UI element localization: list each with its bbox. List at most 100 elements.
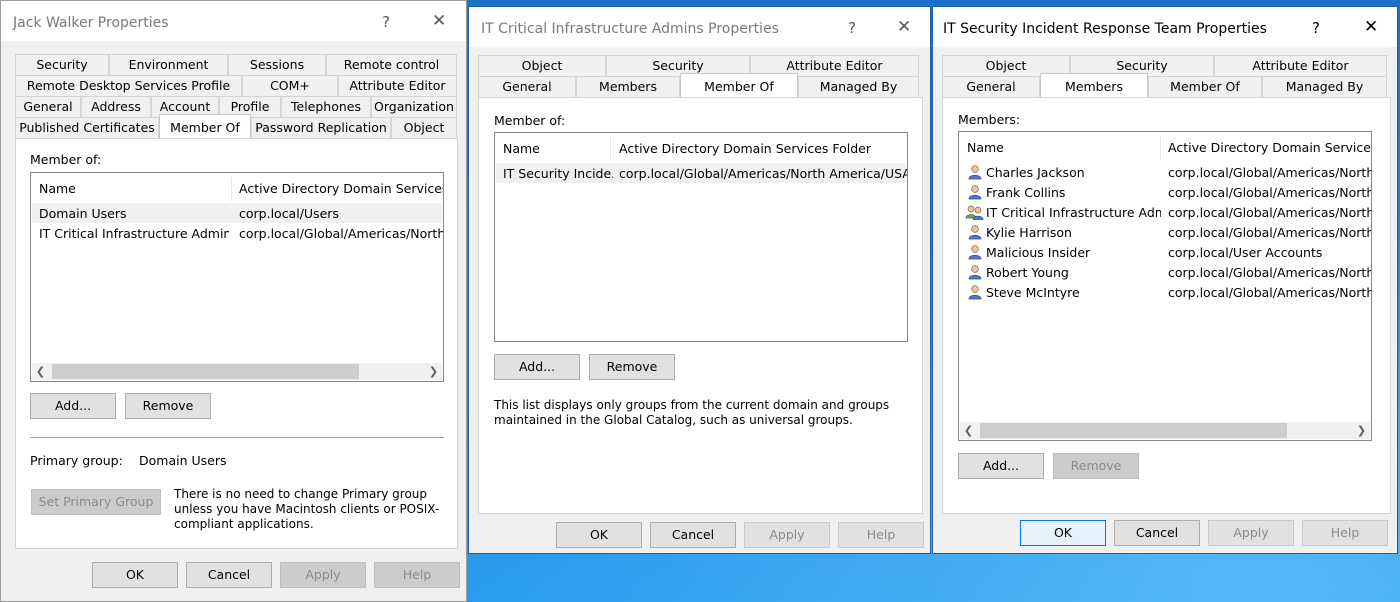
horizontal-scrollbar[interactable]: ❮ ❯ [32,363,442,380]
title-bar: IT Critical Infrastructure Admins Proper… [469,7,930,47]
column-header-folder[interactable]: Active Directory Domain Services Folder [619,141,871,156]
user-icon [968,245,982,260]
list-item[interactable]: Kylie Harrison corp.local/Global/America… [960,222,1371,242]
column-header-folder[interactable]: Active Directory Domain Services Folder [1168,140,1371,155]
help-icon[interactable]: ? [382,13,390,31]
tab-com-plus[interactable]: COM+ [242,75,338,96]
tab-managed-by[interactable]: Managed By [1262,76,1387,97]
help-button[interactable]: Help [1302,520,1388,546]
list-item[interactable]: IT Critical Infrastructure Admins corp.l… [32,223,443,243]
user-icon [968,165,982,180]
apply-button[interactable]: Apply [744,522,830,548]
help-icon[interactable]: ? [1312,19,1320,37]
tab-row-4: Published Certificates Member Of Passwor… [15,114,457,138]
scroll-thumb[interactable] [980,423,1287,438]
list-item[interactable]: IT Critical Infrastructure Admins corp.l… [960,202,1371,222]
list-item[interactable]: Steve McIntyre corp.local/Global/America… [960,282,1372,302]
tab-organization[interactable]: Organization [371,96,457,117]
tab-telephones[interactable]: Telephones [281,96,371,117]
title-bar: Jack Walker Properties ? ✕ [1,1,466,41]
scroll-left-icon[interactable]: ❮ [32,363,49,380]
column-separator[interactable] [610,137,611,161]
cancel-button[interactable]: Cancel [186,562,272,588]
list-item[interactable]: IT Security Incide... corp.local/Global/… [496,163,907,183]
item-folder: corp.local/Global/Americas/North America [1168,285,1372,300]
tab-password-replication[interactable]: Password Replication [251,117,391,138]
column-header-name[interactable]: Name [967,140,1004,155]
scroll-thumb[interactable] [52,364,359,379]
tab-sessions[interactable]: Sessions [228,54,326,75]
close-icon[interactable]: ✕ [1364,17,1378,37]
ok-button[interactable]: OK [556,522,642,548]
window-title: Jack Walker Properties [13,15,169,31]
tab-members[interactable]: Members [576,76,680,97]
tab-member-of[interactable]: Member Of [159,114,251,138]
tab-members[interactable]: Members [1040,73,1148,97]
ok-button[interactable]: OK [1020,520,1106,546]
help-icon[interactable]: ? [848,19,856,37]
tab-attribute-editor[interactable]: Attribute Editor [1214,55,1387,76]
tab-row-2: Remote Desktop Services Profile COM+ Att… [15,75,457,96]
column-separator[interactable] [231,177,232,201]
add-button[interactable]: Add... [958,453,1044,479]
item-name: Steve McIntyre [986,285,1080,300]
tab-member-of[interactable]: Member Of [1148,76,1262,97]
tab-published-certificates[interactable]: Published Certificates [15,117,159,138]
list-item[interactable]: Robert Young corp.local/Global/Americas/… [960,262,1371,282]
tab-object[interactable]: Object [478,55,606,76]
tab-remote-desktop-services-profile[interactable]: Remote Desktop Services Profile [15,75,242,96]
ok-button[interactable]: OK [92,562,178,588]
tab-general[interactable]: General [15,96,81,117]
tab-attribute-editor[interactable]: Attribute Editor [338,75,457,96]
help-button[interactable]: Help [374,562,460,588]
close-icon[interactable]: ✕ [897,17,911,37]
cancel-button[interactable]: Cancel [1114,520,1200,546]
apply-button[interactable]: Apply [280,562,366,588]
tab-security[interactable]: Security [15,54,109,75]
set-primary-group-button[interactable]: Set Primary Group [31,489,161,515]
title-bar: IT Security Incident Response Team Prope… [933,7,1397,47]
member-of-list[interactable]: Name Active Directory Domain Services Fo… [30,172,444,382]
add-button[interactable]: Add... [494,354,580,380]
horizontal-scrollbar[interactable]: ❮ ❯ [960,422,1370,439]
tab-row-1: Security Environment Sessions Remote con… [15,54,457,75]
item-name: IT Critical Infrastructure Admins [39,226,229,241]
list-item[interactable]: Malicious Insider corp.local/User Accoun… [960,242,1370,262]
scroll-right-icon[interactable]: ❯ [1353,422,1370,439]
remove-button[interactable]: Remove [1053,453,1139,479]
tab-managed-by[interactable]: Managed By [798,76,919,97]
cancel-button[interactable]: Cancel [650,522,736,548]
list-item[interactable]: Charles Jackson corp.local/Global/Americ… [960,162,1371,182]
tab-member-of[interactable]: Member Of [680,73,798,97]
scroll-left-icon[interactable]: ❮ [960,422,977,439]
scroll-right-icon[interactable]: ❯ [425,363,442,380]
item-folder: corp.local/User Accounts [1168,245,1323,260]
column-header-folder[interactable]: Active Directory Domain Services Folder [239,181,443,196]
apply-button[interactable]: Apply [1208,520,1294,546]
tab-environment[interactable]: Environment [109,54,228,75]
tab-address[interactable]: Address [81,96,151,117]
remove-button[interactable]: Remove [589,354,675,380]
item-folder: corp.local/Global/Americas/North America… [619,166,907,181]
tab-object[interactable]: Object [391,117,457,138]
tab-row-1: Object Security Attribute Editor [942,55,1387,76]
member-of-list[interactable]: Name Active Directory Domain Services Fo… [494,132,908,342]
primary-group-label: Primary group: [30,453,123,468]
members-list[interactable]: Name Active Directory Domain Services Fo… [958,131,1372,441]
window-title: IT Security Incident Response Team Prope… [943,21,1267,37]
column-header-name[interactable]: Name [503,141,540,156]
tab-general[interactable]: General [478,76,576,97]
tab-remote-control[interactable]: Remote control [326,54,457,75]
add-button[interactable]: Add... [30,393,116,419]
remove-button[interactable]: Remove [125,393,211,419]
item-name: Robert Young [986,265,1069,280]
column-header-name[interactable]: Name [39,181,76,196]
help-button[interactable]: Help [838,522,924,548]
list-item[interactable]: Frank Collins corp.local/Global/Americas… [960,182,1371,202]
list-header: Name Active Directory Domain Services Fo… [495,133,907,163]
tab-row-2: General Members Member Of Managed By [942,73,1387,97]
tab-general[interactable]: General [942,76,1040,97]
close-icon[interactable]: ✕ [432,11,446,31]
list-item[interactable]: Domain Users corp.local/Users [32,203,442,223]
column-separator[interactable] [1160,136,1161,160]
